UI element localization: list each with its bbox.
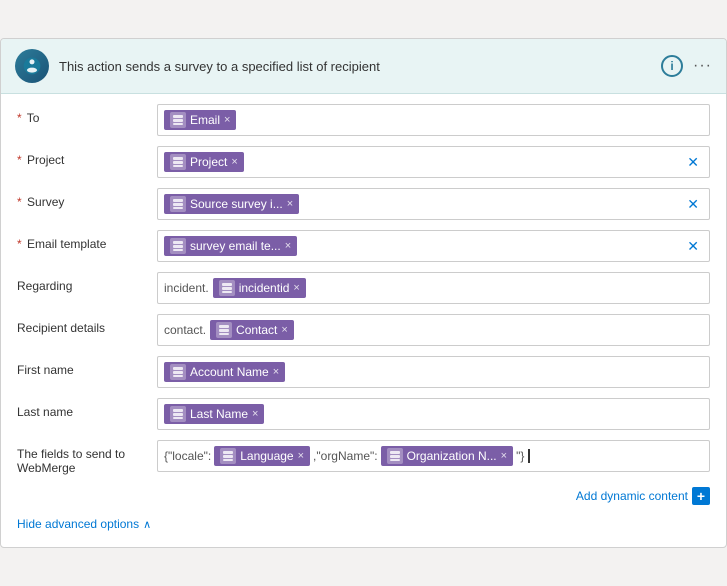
survey-label: * Survey bbox=[17, 188, 157, 209]
card-body: * To Email × * Project bbox=[1, 94, 726, 547]
project-tag: Project × bbox=[164, 152, 244, 172]
project-row: * Project Project × ✕ bbox=[17, 146, 710, 180]
email-template-row: * Email template survey email te... × ✕ bbox=[17, 230, 710, 264]
recipient-tag-text: Contact bbox=[236, 323, 277, 337]
info-button[interactable]: i bbox=[661, 55, 683, 77]
header-actions: i ··· bbox=[661, 55, 712, 77]
add-dynamic-row: Add dynamic content + bbox=[17, 483, 710, 511]
to-tag-text: Email bbox=[190, 113, 220, 127]
webmerge-language-text: Language bbox=[240, 449, 293, 463]
email-template-label: * Email template bbox=[17, 230, 157, 251]
project-tag-text: Project bbox=[190, 155, 227, 169]
survey-clear-button[interactable]: ✕ bbox=[683, 196, 703, 213]
webmerge-field[interactable]: {"locale": Language × ,"orgName": Organi… bbox=[157, 440, 710, 472]
project-tag-close[interactable]: × bbox=[231, 156, 237, 168]
db-icon bbox=[170, 154, 186, 170]
db-icon bbox=[387, 448, 403, 464]
recipient-details-field[interactable]: contact. Contact × bbox=[157, 314, 710, 346]
regarding-tag-text: incidentid bbox=[239, 281, 290, 295]
text-cursor bbox=[528, 449, 530, 463]
recipient-tag: Contact × bbox=[210, 320, 294, 340]
last-name-tag: Last Name × bbox=[164, 404, 264, 424]
db-icon bbox=[220, 448, 236, 464]
more-button[interactable]: ··· bbox=[693, 57, 712, 75]
recipient-tag-close[interactable]: × bbox=[281, 324, 287, 336]
survey-field[interactable]: Source survey i... × ✕ bbox=[157, 188, 710, 220]
project-clear-button[interactable]: ✕ bbox=[683, 154, 703, 171]
email-template-clear-button[interactable]: ✕ bbox=[683, 238, 703, 255]
webmerge-orgname-close[interactable]: × bbox=[501, 450, 507, 462]
email-template-tag: survey email te... × bbox=[164, 236, 297, 256]
chevron-up-icon: ∧ bbox=[143, 518, 151, 531]
first-name-field[interactable]: Account Name × bbox=[157, 356, 710, 388]
survey-row: * Survey Source survey i... × ✕ bbox=[17, 188, 710, 222]
email-template-tag-text: survey email te... bbox=[190, 239, 281, 253]
last-name-row: Last name Last Name × bbox=[17, 398, 710, 432]
add-dynamic-content-button[interactable]: Add dynamic content + bbox=[576, 487, 710, 505]
last-name-field[interactable]: Last Name × bbox=[157, 398, 710, 430]
db-icon bbox=[216, 322, 232, 338]
webmerge-tag-orgname: Organization N... × bbox=[381, 446, 513, 466]
db-icon bbox=[219, 280, 235, 296]
survey-tag-close[interactable]: × bbox=[287, 198, 293, 210]
project-label: * Project bbox=[17, 146, 157, 167]
project-field[interactable]: Project × ✕ bbox=[157, 146, 710, 178]
first-name-tag-text: Account Name bbox=[190, 365, 269, 379]
first-name-label: First name bbox=[17, 356, 157, 377]
hide-advanced-button[interactable]: Hide advanced options ∧ bbox=[17, 511, 710, 535]
webmerge-orgname-text: Organization N... bbox=[407, 449, 497, 463]
to-tag-email: Email × bbox=[164, 110, 236, 130]
webmerge-language-close[interactable]: × bbox=[298, 450, 304, 462]
email-template-required: * bbox=[17, 237, 22, 251]
to-required: * bbox=[17, 111, 22, 125]
regarding-prefix: incident. bbox=[164, 281, 209, 295]
db-icon bbox=[170, 112, 186, 128]
to-label: * To bbox=[17, 104, 157, 125]
app-icon bbox=[15, 49, 49, 83]
to-tag-close[interactable]: × bbox=[224, 114, 230, 126]
email-template-tag-close[interactable]: × bbox=[285, 240, 291, 252]
card-header: This action sends a survey to a specifie… bbox=[1, 39, 726, 94]
action-card: This action sends a survey to a specifie… bbox=[0, 38, 727, 548]
webmerge-suffix: "} bbox=[516, 449, 524, 463]
recipient-prefix: contact. bbox=[164, 323, 206, 337]
survey-tag-text: Source survey i... bbox=[190, 197, 283, 211]
regarding-tag-close[interactable]: × bbox=[293, 282, 299, 294]
db-icon bbox=[170, 364, 186, 380]
last-name-label: Last name bbox=[17, 398, 157, 419]
db-icon bbox=[170, 406, 186, 422]
recipient-details-row: Recipient details contact. Contact × bbox=[17, 314, 710, 348]
last-name-tag-close[interactable]: × bbox=[252, 408, 258, 420]
email-template-field[interactable]: survey email te... × ✕ bbox=[157, 230, 710, 262]
webmerge-tag-language: Language × bbox=[214, 446, 310, 466]
webmerge-prefix1: {"locale": bbox=[164, 449, 211, 463]
to-row: * To Email × bbox=[17, 104, 710, 138]
webmerge-row: The fields to send to WebMerge {"locale"… bbox=[17, 440, 710, 475]
to-field[interactable]: Email × bbox=[157, 104, 710, 136]
first-name-tag: Account Name × bbox=[164, 362, 285, 382]
regarding-field[interactable]: incident. incidentid × bbox=[157, 272, 710, 304]
regarding-row: Regarding incident. incidentid × bbox=[17, 272, 710, 306]
first-name-tag-close[interactable]: × bbox=[273, 366, 279, 378]
survey-required: * bbox=[17, 195, 22, 209]
recipient-details-label: Recipient details bbox=[17, 314, 157, 335]
webmerge-label: The fields to send to WebMerge bbox=[17, 440, 157, 475]
first-name-row: First name Account Name × bbox=[17, 356, 710, 390]
db-icon bbox=[170, 196, 186, 212]
add-dynamic-plus-icon: + bbox=[692, 487, 710, 505]
webmerge-infix: ,"orgName": bbox=[313, 449, 378, 463]
db-icon bbox=[170, 238, 186, 254]
project-required: * bbox=[17, 153, 22, 167]
regarding-label: Regarding bbox=[17, 272, 157, 293]
header-title: This action sends a survey to a specifie… bbox=[59, 59, 651, 74]
survey-tag: Source survey i... × bbox=[164, 194, 299, 214]
regarding-tag: incidentid × bbox=[213, 278, 306, 298]
last-name-tag-text: Last Name bbox=[190, 407, 248, 421]
